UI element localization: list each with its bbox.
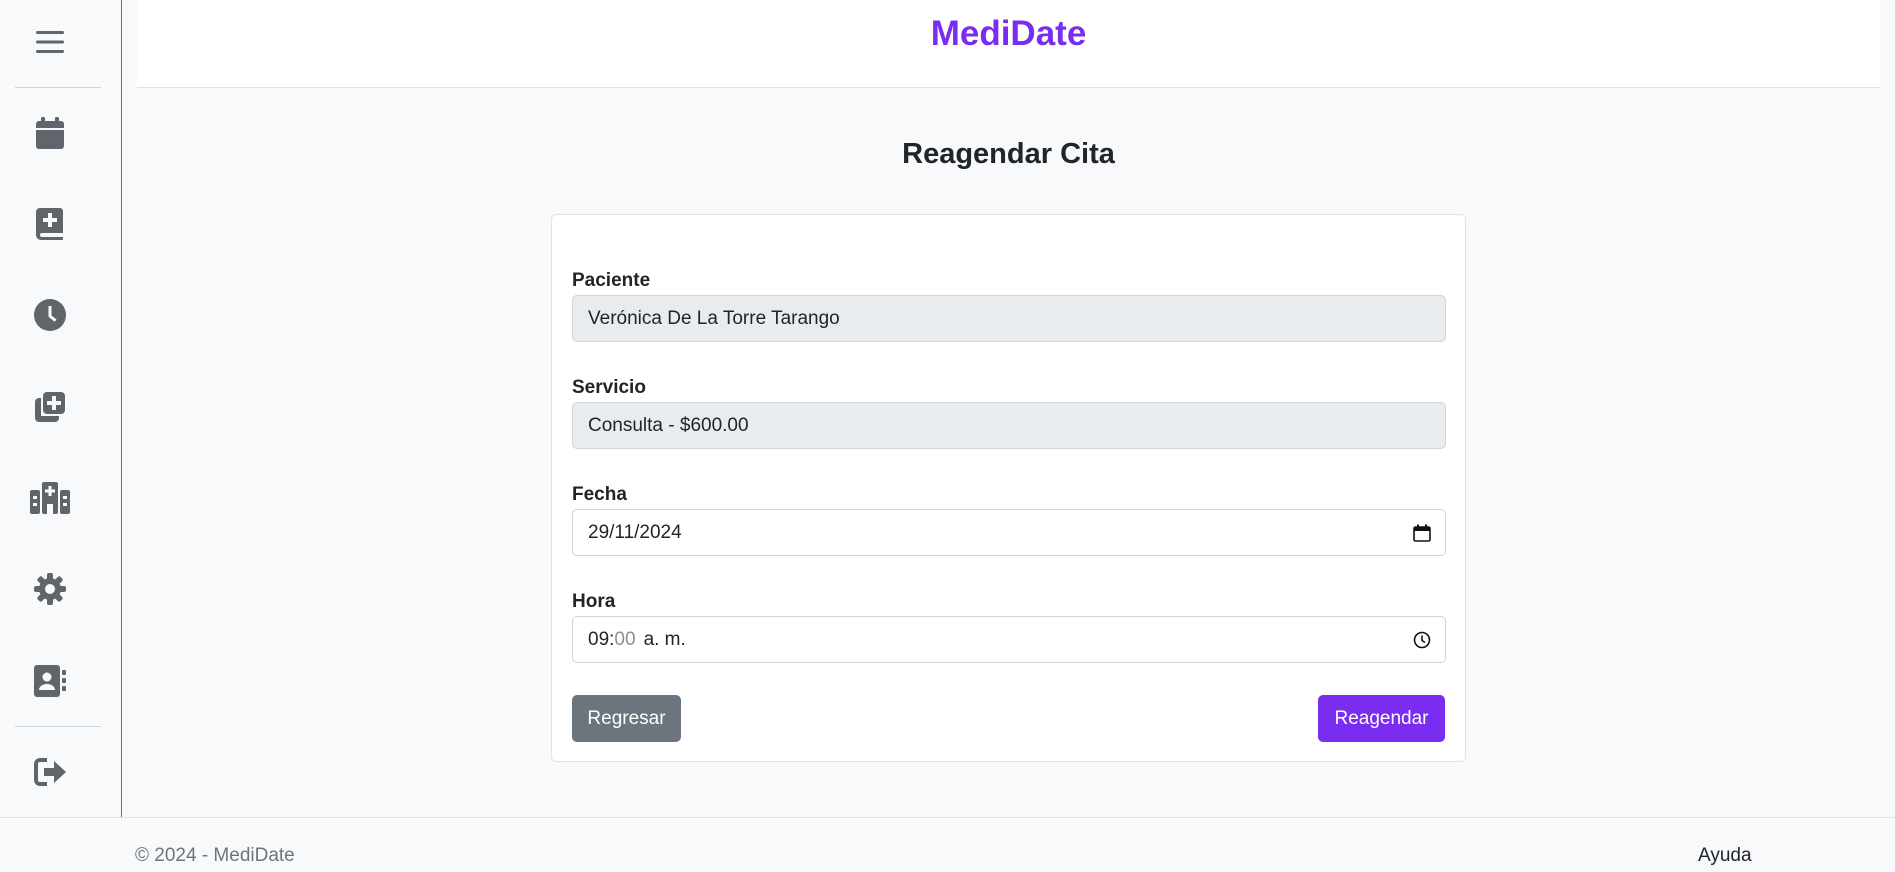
logout-icon — [34, 758, 66, 786]
sidebar — [0, 0, 122, 817]
reschedule-button[interactable]: Reagendar — [1318, 695, 1445, 742]
sidebar-divider — [15, 87, 101, 88]
sidebar-divider — [15, 726, 101, 727]
patient-value: Verónica De La Torre Tarango — [588, 307, 840, 329]
service-value: Consulta - $600.00 — [588, 414, 749, 436]
patient-field: Verónica De La Torre Tarango — [572, 295, 1446, 342]
menu-toggle-button[interactable] — [0, 17, 100, 67]
time-label: Hora — [572, 591, 616, 612]
calendar-icon — [36, 117, 64, 149]
brand-logo[interactable]: MediDate — [137, 14, 1880, 54]
date-label: Fecha — [572, 484, 627, 505]
service-label: Servicio — [572, 377, 646, 398]
service-field: Consulta - $600.00 — [572, 402, 1446, 449]
sidebar-item-add-records[interactable] — [0, 382, 100, 432]
time-input[interactable]: 09: 00 a. m. — [572, 616, 1446, 663]
contact-book-icon — [34, 665, 66, 697]
back-button[interactable]: Regresar — [572, 695, 681, 742]
time-period: a. m. — [643, 628, 686, 650]
reschedule-form: Paciente Verónica De La Torre Tarango Se… — [551, 214, 1466, 762]
sidebar-item-clinics[interactable] — [0, 473, 100, 523]
time-hour: 09: — [588, 628, 615, 650]
copyright-text: © 2024 - MediDate — [135, 845, 295, 866]
clock-icon — [34, 299, 66, 331]
calendar-picker-icon[interactable] — [1413, 524, 1431, 542]
sidebar-item-calendar[interactable] — [0, 108, 100, 158]
hospital-icon — [30, 482, 70, 514]
gear-icon — [34, 573, 66, 605]
sidebar-item-settings[interactable] — [0, 564, 100, 614]
top-header: MediDate — [137, 0, 1880, 88]
page-title: Reagendar Cita — [902, 138, 1115, 170]
menu-icon — [36, 31, 64, 53]
date-input[interactable]: 29/11/2024 — [572, 509, 1446, 556]
medical-book-icon — [36, 208, 63, 240]
sidebar-item-history[interactable] — [0, 290, 100, 340]
patient-label: Paciente — [572, 270, 651, 291]
clock-picker-icon[interactable] — [1413, 631, 1431, 649]
time-minutes: 00 — [614, 628, 636, 650]
sidebar-item-medical-book[interactable] — [0, 199, 100, 249]
date-value: 29/11/2024 — [588, 521, 682, 543]
add-records-icon — [35, 392, 65, 422]
logout-button[interactable] — [0, 747, 100, 797]
sidebar-item-contacts[interactable] — [0, 656, 100, 706]
help-link[interactable]: Ayuda — [1698, 845, 1752, 867]
footer: © 2024 - MediDate Ayuda — [0, 817, 1895, 872]
